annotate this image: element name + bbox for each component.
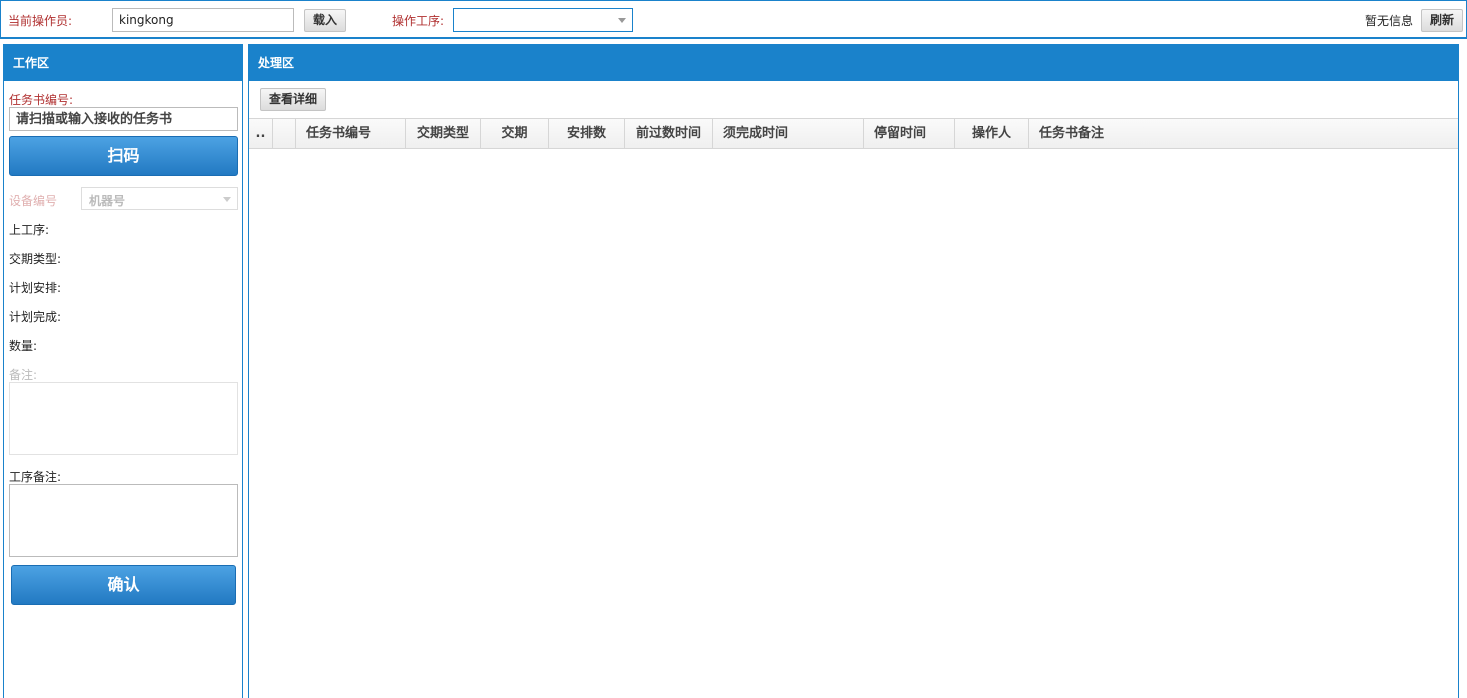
- task-no-label: 任务书编号:: [9, 93, 74, 107]
- view-detail-button[interactable]: 查看详细: [260, 88, 326, 111]
- column-header-prev-pass-time[interactable]: 前过数时间: [625, 119, 713, 148]
- process-label: 操作工序:: [392, 14, 445, 28]
- column-header-task-no[interactable]: 任务书编号: [296, 119, 406, 148]
- process-select[interactable]: [453, 8, 633, 32]
- column-header-operator[interactable]: 操作人: [955, 119, 1029, 148]
- prev-process-label: 上工序:: [9, 223, 50, 237]
- column-header-delivery-type[interactable]: 交期类型: [406, 119, 481, 148]
- column-header-due-time[interactable]: 须完成时间: [713, 119, 864, 148]
- top-toolbar: 当前操作员: 载入 操作工序: 暂无信息 刷新: [0, 0, 1467, 39]
- column-header-dwell-time[interactable]: 停留时间: [864, 119, 955, 148]
- device-no-placeholder: 机器号: [89, 194, 126, 208]
- load-button[interactable]: 载入: [304, 9, 346, 32]
- operator-input[interactable]: [112, 8, 294, 32]
- plan-complete-label: 计划完成:: [9, 310, 62, 324]
- quantity-label: 数量:: [9, 339, 38, 353]
- refresh-button[interactable]: 刷新: [1421, 9, 1463, 32]
- device-no-label: 设备编号: [9, 194, 58, 208]
- process-area-panel: 处理区 查看详细 .. 任务书编号 交期类型 交期 安排数 前过数时间 须完成时…: [248, 44, 1459, 698]
- column-header-checkbox[interactable]: [273, 119, 296, 148]
- info-status-text: 暂无信息: [1365, 14, 1414, 28]
- plan-schedule-label: 计划安排:: [9, 281, 62, 295]
- work-area-title: 工作区: [4, 45, 242, 81]
- column-header-delivery-date[interactable]: 交期: [481, 119, 549, 148]
- device-no-select[interactable]: 机器号: [81, 187, 238, 210]
- grid-header: .. 任务书编号 交期类型 交期 安排数 前过数时间 须完成时间 停留时间 操作…: [249, 118, 1458, 149]
- confirm-button[interactable]: 确认: [11, 565, 236, 605]
- grid-body: [249, 149, 1458, 698]
- process-remark-textarea[interactable]: [9, 484, 238, 557]
- process-area-title: 处理区: [249, 45, 1458, 81]
- column-header-task-remark[interactable]: 任务书备注: [1029, 119, 1169, 148]
- operator-label: 当前操作员:: [8, 14, 73, 28]
- process-remark-label: 工序备注:: [9, 470, 62, 484]
- task-no-input[interactable]: [9, 107, 238, 131]
- column-header-scheduled-qty[interactable]: 安排数: [549, 119, 625, 148]
- chevron-down-icon: [618, 18, 626, 23]
- scan-button[interactable]: 扫码: [9, 136, 238, 176]
- column-header-row-number[interactable]: ..: [249, 119, 273, 148]
- chevron-down-icon: [223, 197, 231, 202]
- delivery-type-label: 交期类型:: [9, 252, 62, 266]
- remark-label: 备注:: [9, 368, 38, 382]
- work-area-panel: 工作区 任务书编号: 扫码 设备编号 机器号 上工序: 交期类型: 计划安排: …: [3, 44, 243, 698]
- remark-textarea[interactable]: [9, 382, 238, 455]
